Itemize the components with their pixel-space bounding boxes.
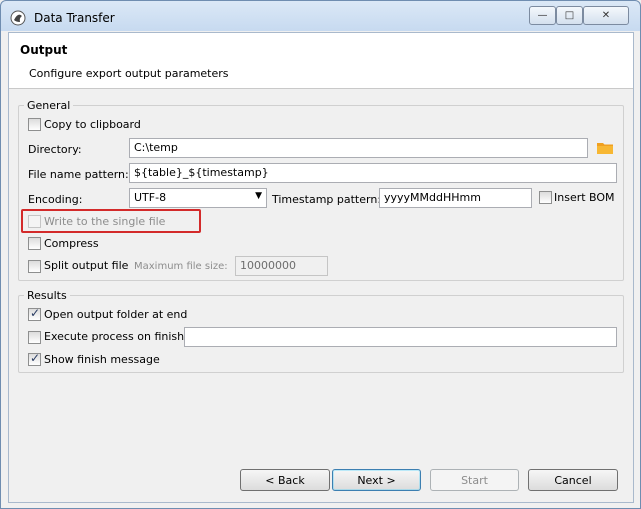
encoding-value: UTF-8 xyxy=(134,191,167,204)
copy-to-clipboard-checkbox[interactable] xyxy=(28,118,41,131)
execute-process-checkbox[interactable] xyxy=(28,331,41,344)
open-output-folder-label: Open output folder at end xyxy=(44,308,188,321)
next-button[interactable]: Next > xyxy=(332,469,421,491)
execute-process-input[interactable] xyxy=(184,327,617,347)
general-legend: General xyxy=(27,99,71,112)
directory-input[interactable]: C:\temp xyxy=(129,138,588,158)
file-name-pattern-input[interactable]: ${table}_${timestamp} xyxy=(129,163,617,183)
page-header: Output Configure export output parameter… xyxy=(9,33,633,89)
page-subtitle: Configure export output parameters xyxy=(29,67,229,80)
insert-bom-checkbox[interactable] xyxy=(539,191,552,204)
close-button[interactable]: ✕ xyxy=(583,6,629,25)
file-name-pattern-label: File name pattern: xyxy=(28,168,129,181)
compress-label: Compress xyxy=(44,237,99,250)
start-button[interactable]: Start xyxy=(430,469,519,491)
minimize-icon: — xyxy=(537,10,548,21)
app-logo-icon xyxy=(10,10,26,26)
folder-icon[interactable] xyxy=(597,142,613,154)
show-finish-message-checkbox[interactable] xyxy=(28,351,41,366)
maximize-icon: □ xyxy=(564,10,575,21)
directory-label: Directory: xyxy=(28,143,82,156)
back-button[interactable]: < Back xyxy=(240,469,330,491)
execute-process-label: Execute process on finish xyxy=(44,330,185,343)
compress-checkbox[interactable] xyxy=(28,237,41,250)
close-icon: ✕ xyxy=(601,10,611,21)
encoding-label: Encoding: xyxy=(28,193,83,206)
split-output-file-checkbox[interactable] xyxy=(28,260,41,273)
cancel-button[interactable]: Cancel xyxy=(528,469,618,491)
split-output-file-label: Split output file xyxy=(44,259,129,272)
timestamp-pattern-input[interactable]: yyyyMMddHHmm xyxy=(379,188,532,208)
show-finish-message-label: Show finish message xyxy=(44,353,160,366)
encoding-select[interactable]: UTF-8 ▼ xyxy=(129,188,267,208)
dialog-content: Output Configure export output parameter… xyxy=(8,32,634,503)
chevron-down-icon: ▼ xyxy=(255,191,262,201)
write-single-file-label: Write to the single file xyxy=(44,215,166,228)
results-legend: Results xyxy=(27,289,67,302)
max-file-size-label: Maximum file size: xyxy=(134,261,228,272)
write-single-file-checkbox[interactable] xyxy=(28,215,41,228)
max-file-size-input[interactable]: 10000000 xyxy=(235,256,328,276)
page-title: Output xyxy=(20,43,68,57)
data-transfer-window: Data Transfer — □ ✕ Output Configure exp… xyxy=(0,0,641,509)
timestamp-pattern-label: Timestamp pattern: xyxy=(272,193,382,206)
minimize-button[interactable]: — xyxy=(529,6,556,25)
open-output-folder-checkbox[interactable] xyxy=(28,306,41,321)
insert-bom-label: Insert BOM xyxy=(554,191,615,204)
window-title: Data Transfer xyxy=(34,11,115,25)
maximize-button[interactable]: □ xyxy=(556,6,583,25)
copy-to-clipboard-label: Copy to clipboard xyxy=(44,118,141,131)
title-bar[interactable]: Data Transfer — □ ✕ xyxy=(1,1,640,33)
